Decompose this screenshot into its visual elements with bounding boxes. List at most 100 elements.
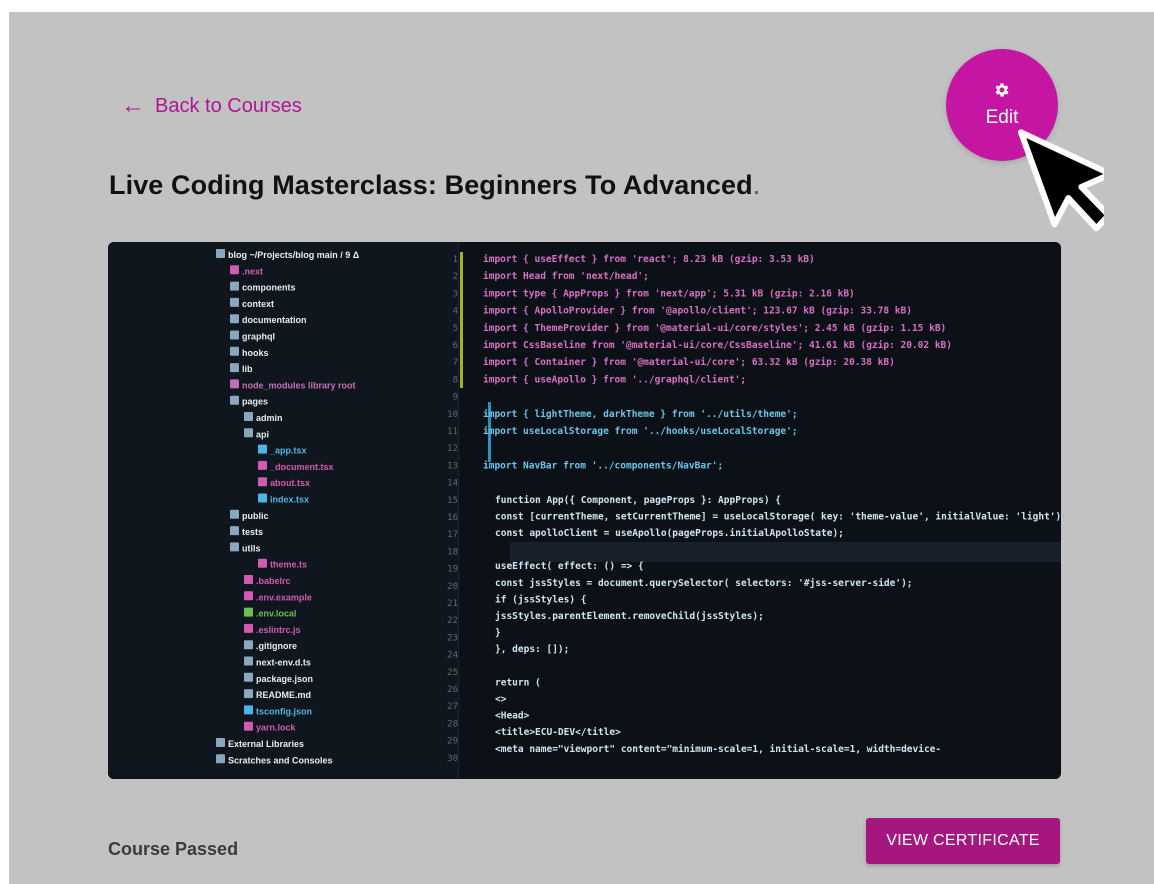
code-line: } [495, 628, 501, 639]
file-icon [244, 705, 253, 715]
code-editor-screenshot: blog ~/Projects/blog main / 9 Δ .next comp… [108, 242, 1061, 779]
file-icon [244, 640, 253, 650]
code-line: import useLocalStorage from '../hooks/us… [483, 426, 798, 437]
course-hero-image: blog ~/Projects/blog main / 9 Δ .next comp… [108, 242, 1061, 779]
tree-item: hooks [242, 348, 269, 358]
line-number: 11 [447, 427, 458, 437]
tree-item: yarn.lock [256, 723, 297, 733]
code-line: <title>ECU-DEV</title> [495, 727, 621, 738]
file-icon [230, 363, 239, 373]
tree-item: components [242, 283, 296, 293]
tree-item: .env.example [256, 592, 312, 602]
tree-item: Scratches and Consoles [228, 755, 333, 765]
code-line: return ( [495, 677, 541, 688]
tree-item: README.md [256, 690, 311, 700]
code-line: <Head> [495, 711, 530, 722]
file-icon [244, 575, 253, 584]
code-line: function App({ Component, pageProps }: A… [495, 495, 781, 506]
line-number: 5 [453, 324, 458, 334]
line-number: 13 [447, 461, 458, 471]
line-number: 6 [453, 341, 458, 351]
tree-item: api [256, 429, 269, 439]
line-number: 4 [453, 307, 458, 317]
mouse-pointer-icon [1017, 129, 1104, 232]
line-number: 3 [453, 289, 458, 299]
file-icon [230, 526, 239, 536]
current-line-highlight [510, 542, 1061, 562]
file-icon [230, 395, 239, 405]
file-icon [230, 265, 239, 275]
tree-item: tsconfig.json [256, 706, 312, 716]
file-icon [244, 428, 253, 438]
line-number: 27 [447, 702, 458, 712]
tree-item: utils [242, 543, 261, 553]
course-title-suffix: . [752, 170, 761, 200]
arrow-left-icon: ← [121, 92, 145, 119]
line-number: 10 [447, 410, 458, 420]
view-certificate-button[interactable]: VIEW CERTIFICATE [866, 818, 1060, 864]
line-number: 30 [447, 754, 458, 764]
file-icon [258, 477, 267, 487]
tree-item: node_modules library root [242, 380, 356, 390]
line-number: 15 [447, 496, 458, 506]
code-line: import NavBar from '../components/NavBar… [483, 460, 723, 471]
tree-item: index.tsx [270, 495, 309, 505]
tree-item: pages [242, 397, 268, 407]
file-icon [244, 607, 253, 617]
code-line: <meta name="viewport" content="minimum-s… [495, 744, 941, 755]
tree-item: .next [242, 266, 263, 276]
code-line: import { Container } from '@material-ui/… [483, 357, 895, 368]
line-number: 28 [447, 719, 458, 729]
tree-item: about.tsx [270, 478, 310, 488]
tree-item: documentation [242, 315, 307, 325]
line-number: 25 [447, 668, 458, 678]
file-icon [230, 330, 239, 340]
file-icon [230, 379, 239, 389]
file-icon [230, 281, 239, 291]
code-line: const jssStyles = document.querySelector… [495, 578, 913, 589]
line-number: 20 [447, 582, 458, 592]
tree-item: admin [256, 413, 283, 423]
code-line: import { ThemeProvider } from '@material… [483, 323, 946, 334]
code-line: const [currentTheme, setCurrentTheme] = … [495, 511, 1061, 522]
code-line: import { ApolloProvider } from '@apollo/… [483, 306, 912, 317]
file-icon [230, 346, 239, 356]
tree-item: _document.tsx [269, 462, 334, 472]
tree-item: blog ~/Projects/blog main / 9 Δ [228, 250, 360, 260]
tree-item: context [242, 299, 274, 309]
code-line: import type { AppProps } from 'next/app'… [483, 288, 855, 299]
file-icon [230, 314, 239, 324]
line-number: 1 [453, 255, 458, 265]
file-icon [230, 297, 239, 307]
course-detail-page: ← Back to Courses Live Coding Masterclas… [9, 12, 1154, 884]
file-icon [230, 509, 239, 519]
file-icon [216, 738, 225, 747]
tree-item: public [242, 511, 269, 521]
code-line: <> [495, 694, 507, 705]
tree-item: .gitignore [256, 641, 297, 651]
file-icon [258, 460, 267, 470]
back-to-courses-label: Back to Courses [155, 94, 302, 117]
line-number: 18 [447, 547, 458, 557]
line-number: 17 [447, 530, 458, 540]
code-line: }, deps: []); [495, 644, 569, 655]
tree-item: lib [242, 364, 253, 374]
tree-item: package.json [256, 674, 313, 684]
code-line: const apolloClient = useApollo(pageProps… [495, 528, 844, 539]
line-number: 2 [453, 272, 458, 282]
code-line: useEffect( effect: () => { [495, 561, 644, 572]
file-icon [244, 591, 253, 601]
tree-item: External Libraries [228, 739, 304, 749]
line-number: 8 [453, 375, 458, 385]
line-number: 21 [447, 599, 458, 609]
panel-divider [458, 242, 459, 779]
back-to-courses-link[interactable]: ← Back to Courses [121, 94, 302, 118]
file-icon [216, 754, 225, 764]
file-icon [244, 721, 253, 731]
line-number: 29 [447, 737, 458, 747]
course-title: Live Coding Masterclass: Beginners To Ad… [109, 170, 760, 201]
line-number: 19 [447, 565, 458, 575]
tree-item: theme.ts [270, 560, 307, 570]
line-number: 16 [447, 513, 458, 523]
line-number: 7 [453, 358, 458, 368]
